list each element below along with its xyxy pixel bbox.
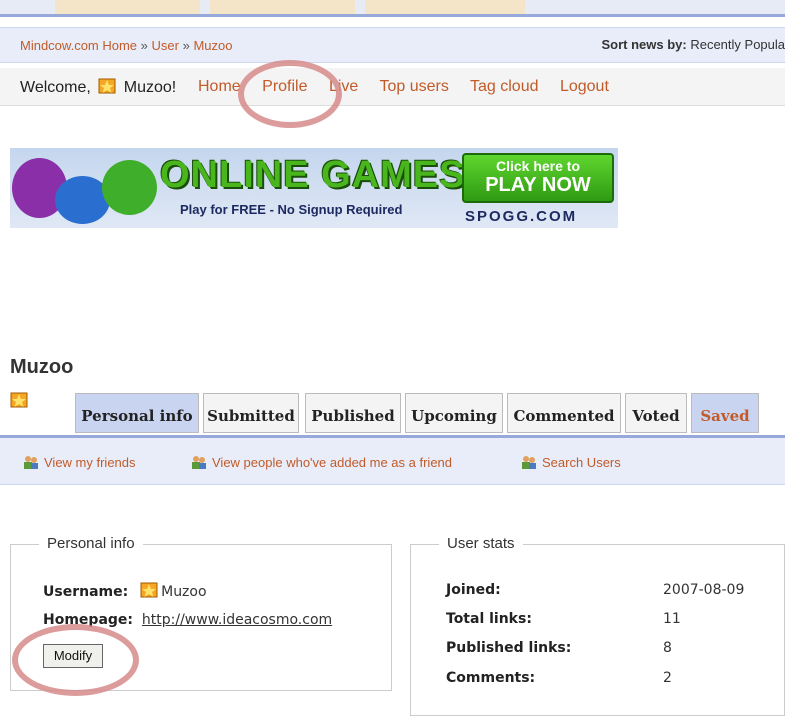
online-games-banner[interactable]: ONLINE GAMES Play for FREE - No Signup R…	[10, 148, 618, 228]
banner-brand: SPOGG.COM	[465, 208, 578, 225]
banner-subtitle: Play for FREE - No Signup Required	[180, 202, 403, 217]
tab-personal-info[interactable]: Personal info	[75, 393, 199, 433]
breadcrumb: Mindcow.com Home » User » Muzoo	[20, 38, 233, 53]
breadcrumb-home[interactable]: Mindcow.com Home	[20, 38, 137, 53]
homepage-link[interactable]: http://www.ideacosmo.com	[142, 612, 332, 628]
welcome-username: Muzoo!	[123, 79, 177, 96]
tab-voted[interactable]: Voted	[625, 393, 687, 433]
user-avatar-icon	[98, 78, 116, 94]
breadcrumb-name[interactable]: Muzoo	[193, 38, 232, 53]
tab-published[interactable]: Published	[305, 393, 401, 433]
sort-news: Sort news by: Recently Popula	[601, 37, 785, 52]
joined-label: Joined:	[446, 582, 501, 598]
annotation-circle-modify	[12, 624, 139, 696]
page-title: Muzoo	[10, 356, 74, 378]
sort-label: Sort news by:	[601, 37, 687, 52]
annotation-circle-profile	[238, 60, 342, 128]
username-value: Muzoo	[161, 584, 207, 600]
tab-submitted[interactable]: Submitted	[203, 393, 299, 433]
sort-value[interactable]: Recently Popula	[690, 37, 785, 52]
menu-tag-cloud[interactable]: Tag cloud	[470, 78, 539, 95]
banner-title: ONLINE GAMES	[160, 154, 466, 196]
tab-commented[interactable]: Commented	[507, 393, 621, 433]
total-links-label: Total links:	[446, 611, 532, 627]
search-users-icon	[522, 456, 536, 469]
view-friends-link[interactable]: View my friends	[22, 454, 136, 470]
breadcrumb-bar: Mindcow.com Home » User » Muzoo Sort new…	[0, 27, 785, 63]
total-links-value: 11	[663, 611, 681, 627]
tab-saved[interactable]: Saved	[691, 393, 759, 433]
comments-value: 2	[663, 670, 672, 686]
comments-label: Comments:	[446, 670, 536, 686]
welcome-prefix: Welcome,	[20, 79, 91, 96]
users-icon	[192, 456, 206, 469]
users-icon	[24, 456, 38, 469]
play-now-button[interactable]: Click here to PLAY NOW	[462, 153, 614, 203]
user-avatar-icon	[10, 392, 28, 408]
top-strip	[0, 0, 785, 17]
friends-bar: View my friends View people who've added…	[0, 438, 785, 485]
user-stats-legend: User stats	[439, 535, 523, 552]
monster-green-icon	[102, 160, 157, 215]
published-links-value: 8	[663, 640, 672, 656]
view-added-me-link[interactable]: View people who've added me as a friend	[190, 454, 452, 470]
menu-logout[interactable]: Logout	[560, 78, 609, 95]
username-row: Username: Muzoo	[43, 582, 207, 600]
published-links-label: Published links:	[446, 640, 572, 656]
menu-home[interactable]: Home	[198, 78, 241, 95]
user-stats-box: User stats	[410, 535, 785, 716]
search-users-link[interactable]: Search Users	[520, 454, 621, 470]
user-avatar-icon	[140, 582, 158, 598]
menu-bar: Welcome, Muzoo! Home Profile Live Top us…	[0, 68, 785, 106]
tab-upcoming[interactable]: Upcoming	[405, 393, 503, 433]
breadcrumb-user[interactable]: User	[152, 38, 179, 53]
menu-top-users[interactable]: Top users	[379, 78, 448, 95]
welcome-text: Welcome, Muzoo!	[20, 78, 176, 97]
personal-info-legend: Personal info	[39, 535, 143, 552]
joined-value: 2007-08-09	[663, 582, 745, 598]
